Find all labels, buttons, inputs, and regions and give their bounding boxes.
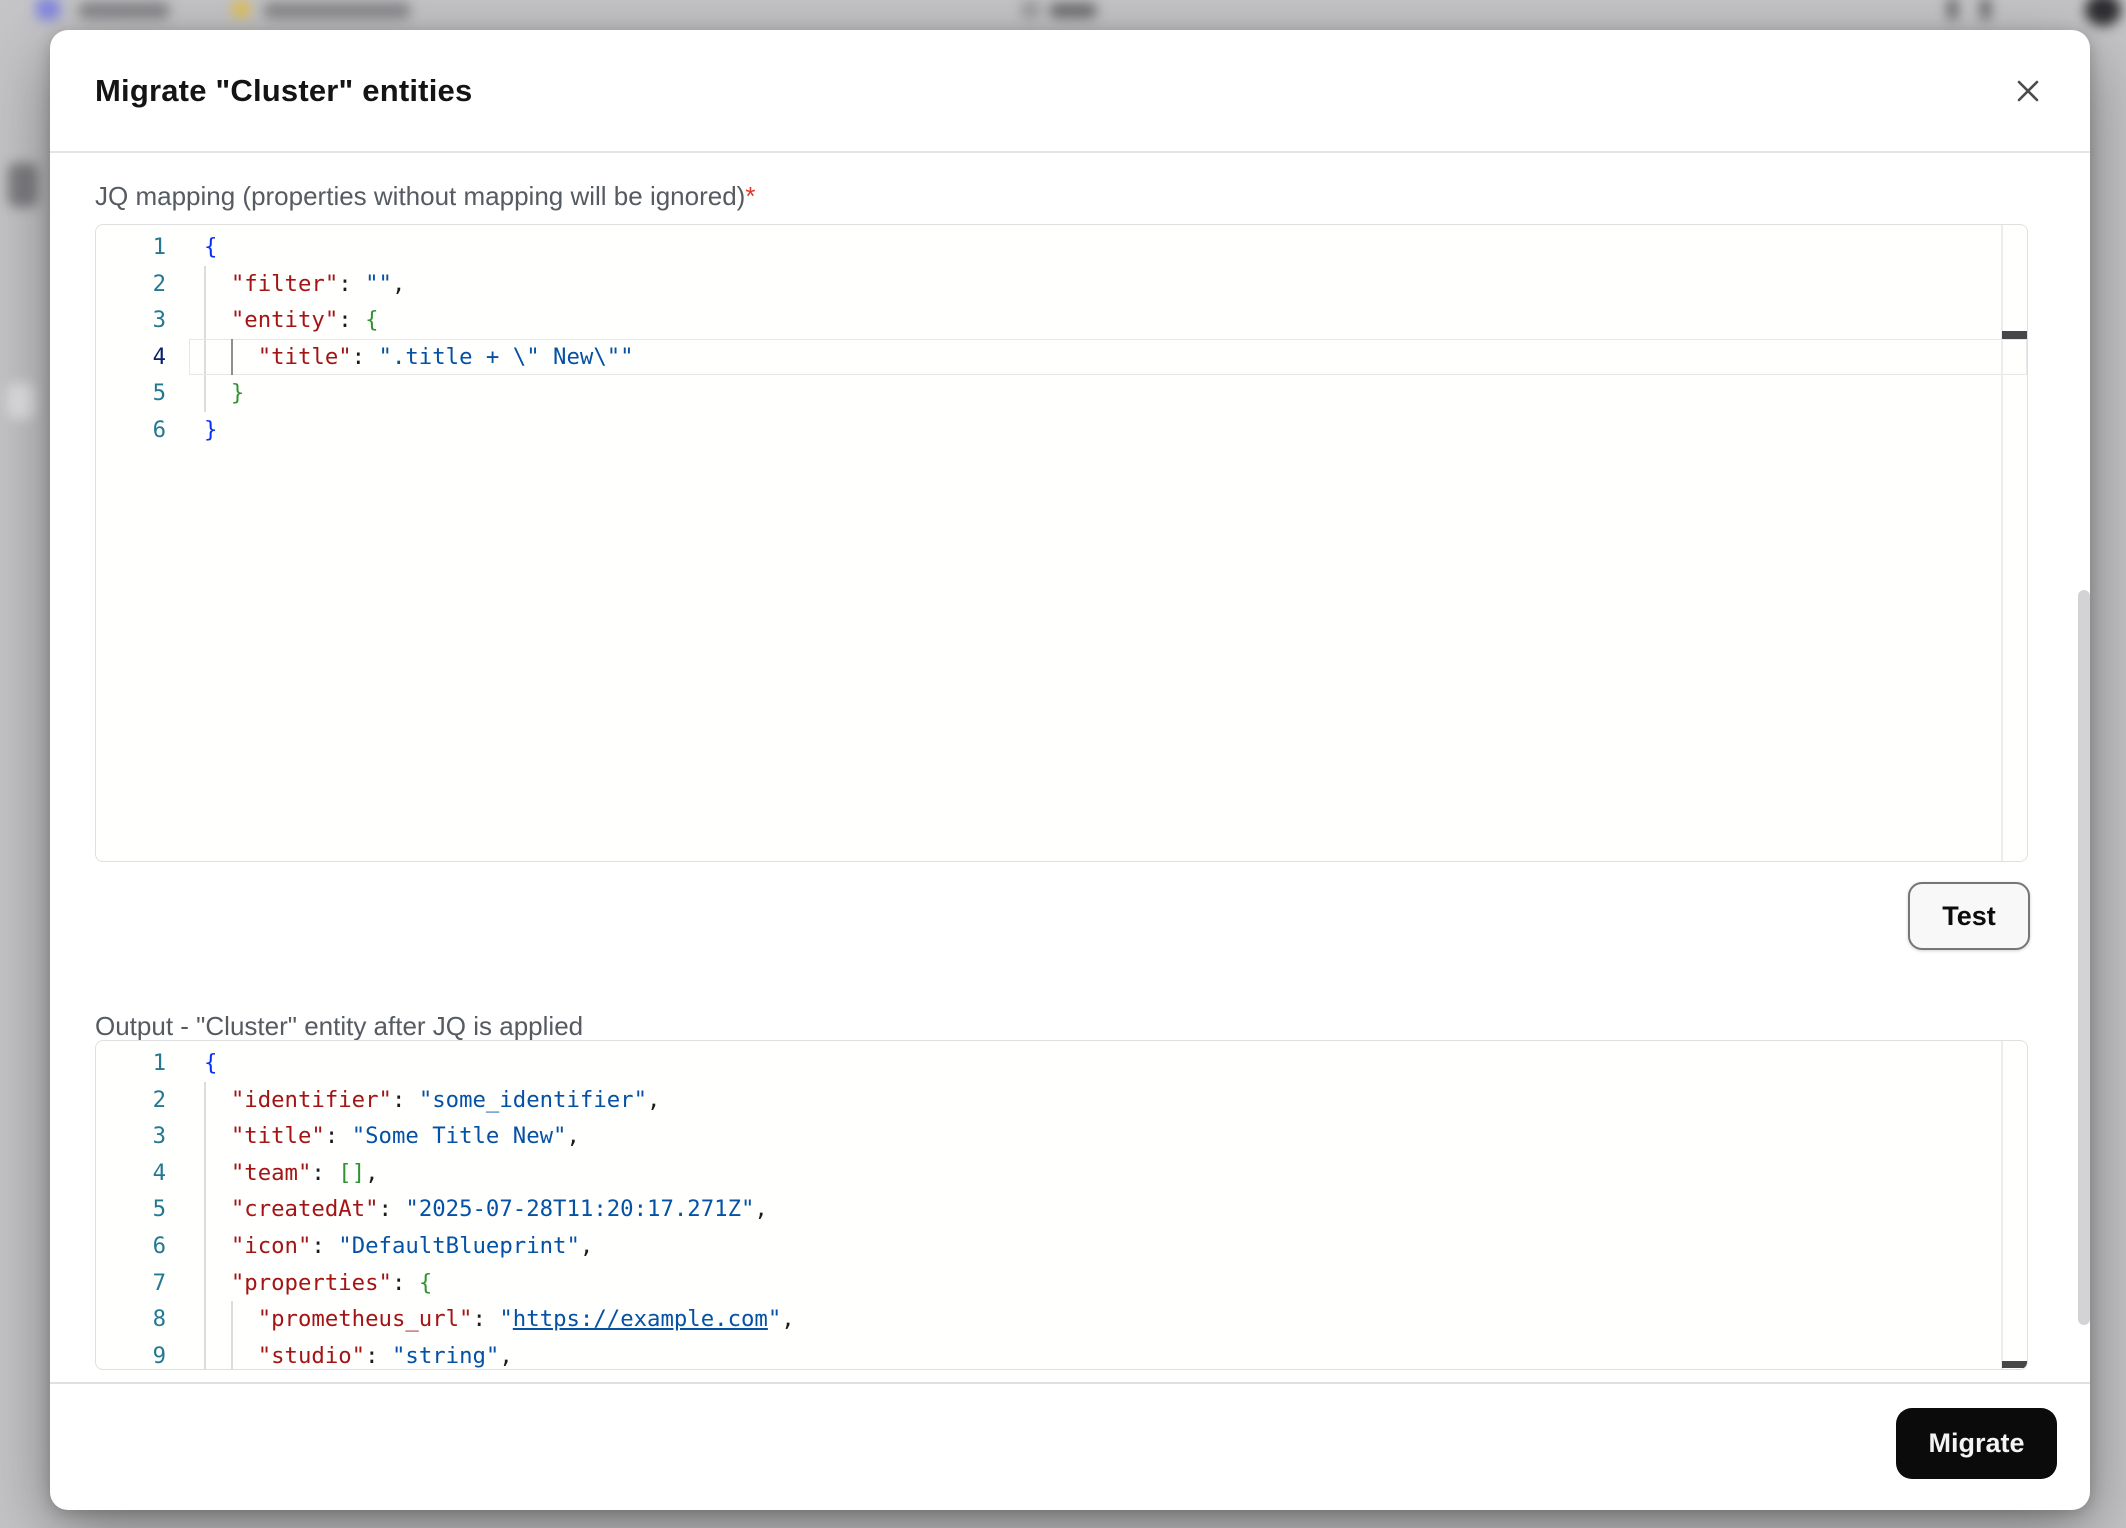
jq-mapping-label: JQ mapping (properties without mapping w…	[95, 181, 755, 212]
output-label: Output - "Cluster" entity after JQ is ap…	[95, 1011, 583, 1042]
blurred-sidebar-item	[8, 383, 35, 419]
line-number: 6	[96, 1228, 166, 1265]
close-button[interactable]	[2006, 69, 2050, 113]
line-number: 3	[96, 302, 166, 339]
blurred-self-service-tab	[263, 2, 411, 19]
code-line-3[interactable]: 3 "entity": {	[96, 302, 2027, 339]
close-icon	[2012, 75, 2044, 107]
migrate-button[interactable]: Migrate	[1896, 1408, 2057, 1479]
dialog-scrollbar-thumb[interactable]	[2078, 590, 2090, 1325]
line-number: 4	[96, 1155, 166, 1192]
code-line-text: "entity": {	[204, 302, 379, 339]
code-line-text: }	[204, 412, 217, 449]
output-code-editor[interactable]: 1{2 "identifier": "some_identifier",3 "t…	[95, 1040, 2028, 1370]
code-line-text: "icon": "DefaultBlueprint",	[204, 1228, 593, 1265]
line-number: 6	[96, 412, 166, 449]
code-line-9[interactable]: 9 "studio": "string",	[96, 1338, 2027, 1370]
line-number: 4	[96, 339, 166, 376]
line-number: 9	[96, 1338, 166, 1370]
code-line-7[interactable]: 7 "properties": {	[96, 1265, 2027, 1302]
code-line-text: "properties": {	[204, 1265, 432, 1302]
code-line-4[interactable]: 4 "team": [],	[96, 1155, 2027, 1192]
code-line-text: {	[204, 229, 217, 266]
code-line-text: "createdAt": "2025-07-28T11:20:17.271Z",	[204, 1191, 768, 1228]
code-line-4[interactable]: 4 "title": ".title + \" New\""	[96, 339, 2027, 376]
line-number: 1	[96, 1045, 166, 1082]
code-line-2[interactable]: 2 "filter": "",	[96, 266, 2027, 303]
code-line-5[interactable]: 5 }	[96, 375, 2027, 412]
blurred-catalog-icon	[36, 0, 60, 20]
line-number: 1	[96, 229, 166, 266]
line-number: 7	[96, 1265, 166, 1302]
code-line-1[interactable]: 1{	[96, 229, 2027, 266]
code-line-text: "prometheus_url": "https://example.com",	[204, 1301, 795, 1338]
line-number: 2	[96, 1082, 166, 1119]
dialog-title: Migrate "Cluster" entities	[95, 73, 472, 109]
blurred-toolbar-icon	[1948, 0, 1957, 20]
blurred-avatar	[2085, 0, 2121, 26]
code-line-1[interactable]: 1{	[96, 1045, 2027, 1082]
code-link[interactable]: https://example.com	[513, 1306, 768, 1332]
code-line-text: "title": "Some Title New",	[204, 1118, 580, 1155]
line-number: 2	[96, 266, 166, 303]
dialog-header: Migrate "Cluster" entities	[50, 30, 2090, 153]
code-line-text: "title": ".title + \" New\""	[204, 339, 634, 376]
dialog-footer: Migrate	[50, 1382, 2090, 1510]
blurred-search-label	[1049, 3, 1097, 18]
line-number: 8	[96, 1301, 166, 1338]
code-line-8[interactable]: 8 "prometheus_url": "https://example.com…	[96, 1301, 2027, 1338]
test-button[interactable]: Test	[1908, 882, 2030, 950]
code-line-text: "identifier": "some_identifier",	[204, 1082, 660, 1119]
blurred-toolbar-icon	[1981, 0, 1990, 20]
code-line-2[interactable]: 2 "identifier": "some_identifier",	[96, 1082, 2027, 1119]
blurred-catalog-tab	[78, 2, 170, 19]
code-line-3[interactable]: 3 "title": "Some Title New",	[96, 1118, 2027, 1155]
code-line-text: "studio": "string",	[204, 1338, 513, 1370]
code-line-6[interactable]: 6}	[96, 412, 2027, 449]
code-line-6[interactable]: 6 "icon": "DefaultBlueprint",	[96, 1228, 2027, 1265]
blurred-search-icon	[1022, 1, 1039, 18]
code-line-text: "filter": "",	[204, 266, 405, 303]
jq-mapping-label-text: JQ mapping (properties without mapping w…	[95, 181, 745, 211]
jq-mapping-code-editor[interactable]: 1{2 "filter": "",3 "entity": {4 "title":…	[95, 224, 2028, 862]
blurred-self-service-icon	[232, 0, 250, 18]
required-asterisk: *	[745, 181, 755, 211]
blurred-sidebar-item	[8, 163, 38, 207]
line-number: 5	[96, 1191, 166, 1228]
code-line-text: }	[204, 375, 244, 412]
code-line-5[interactable]: 5 "createdAt": "2025-07-28T11:20:17.271Z…	[96, 1191, 2027, 1228]
migrate-entities-dialog: Migrate "Cluster" entities JQ mapping (p…	[50, 30, 2090, 1508]
code-line-text: {	[204, 1045, 217, 1082]
line-number: 5	[96, 375, 166, 412]
line-number: 3	[96, 1118, 166, 1155]
code-line-text: "team": [],	[204, 1155, 379, 1192]
